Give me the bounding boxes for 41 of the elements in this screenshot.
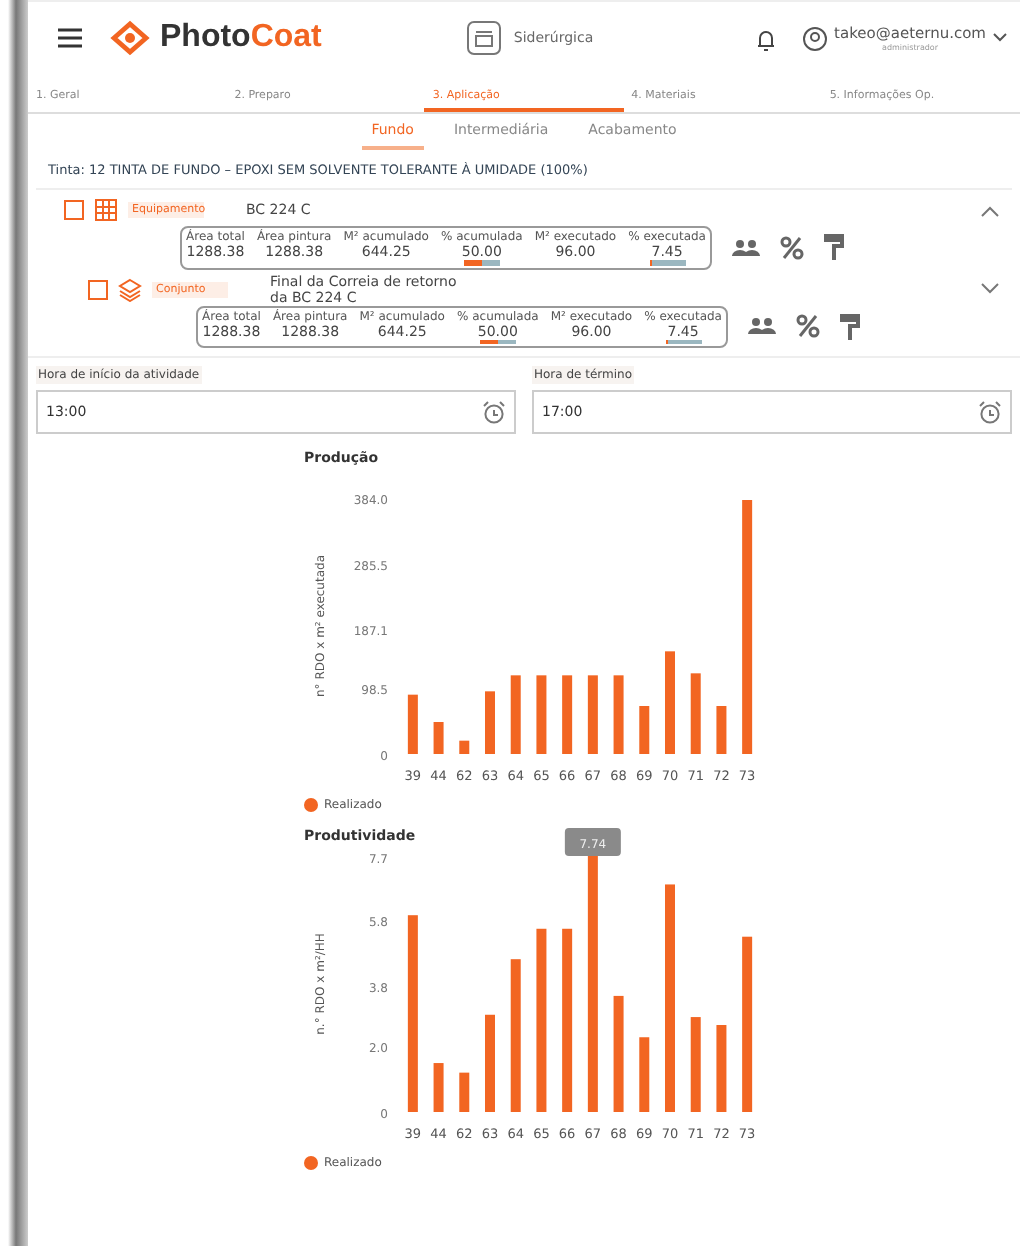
percent-icon[interactable]: [779, 235, 804, 260]
bar: [459, 1072, 470, 1112]
people-icon[interactable]: [747, 316, 776, 337]
people-icon[interactable]: [731, 237, 760, 258]
grid-icon: [94, 198, 118, 222]
bar: [639, 706, 650, 754]
paint-roller-icon[interactable]: [823, 234, 844, 261]
bar: [433, 1063, 444, 1112]
bell-icon[interactable]: [754, 25, 779, 51]
logo-icon: [108, 20, 152, 56]
menu-icon[interactable]: [56, 26, 84, 50]
alarm-clock-icon: [978, 400, 1002, 424]
bar: [433, 722, 444, 754]
bar: [407, 694, 418, 754]
bar: [613, 995, 624, 1112]
chevron-up-icon[interactable]: [980, 203, 1000, 217]
bar: [562, 675, 573, 754]
layers-icon: [118, 277, 142, 301]
paint-roller-icon[interactable]: [839, 313, 860, 340]
chevron-down-icon[interactable]: [992, 32, 1008, 44]
bar: [716, 1025, 727, 1112]
bar: [459, 740, 470, 754]
bar: [613, 675, 624, 754]
bar: [587, 675, 598, 754]
bar: [639, 1037, 650, 1112]
bar: [690, 673, 701, 754]
brand-name: PhotoCoat: [160, 20, 322, 56]
bar: [485, 1014, 495, 1112]
alarm-clock-icon: [482, 400, 506, 424]
checkbox[interactable]: [64, 200, 84, 220]
user-icon: [802, 25, 829, 51]
store-icon: [465, 20, 502, 56]
bar: [716, 706, 727, 754]
checkbox[interactable]: [88, 279, 108, 299]
bar: [510, 675, 521, 754]
bar: [665, 651, 675, 754]
bar: [690, 1017, 701, 1112]
bar: [536, 675, 547, 754]
bar: [485, 691, 495, 754]
percent-icon[interactable]: [795, 314, 820, 339]
chevron-down-icon[interactable]: [980, 282, 1000, 296]
